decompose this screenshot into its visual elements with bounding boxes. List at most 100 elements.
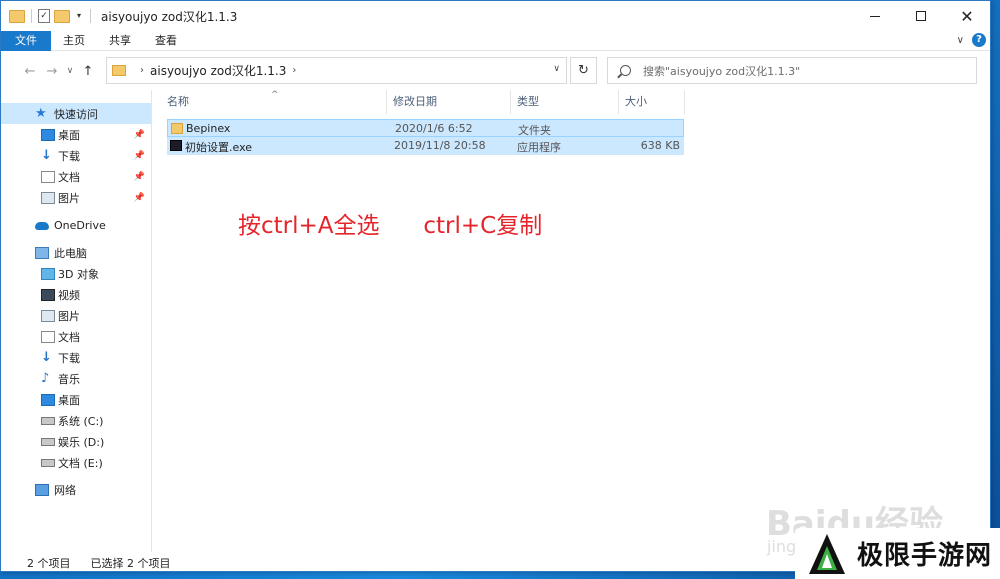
file-type: 文件夹	[518, 124, 551, 137]
nav-videos[interactable]: 视频	[1, 284, 151, 305]
close-button[interactable]: ✕	[944, 1, 990, 31]
cloud-icon	[35, 221, 49, 230]
divider	[31, 9, 32, 23]
nav-label: 音乐	[58, 372, 80, 386]
file-type: 应用程序	[517, 141, 561, 154]
download-icon: ↓	[41, 147, 52, 163]
nav-label: 桌面	[58, 393, 80, 407]
picture-icon	[41, 309, 55, 322]
site-name: 极限手游网	[857, 541, 993, 571]
file-explorer-window: ✓ ▾ aisyoujyo zod汉化1.1.3 ✕ 文件 主页 共享 查看 ∨…	[0, 0, 991, 572]
folder-icon	[171, 123, 183, 134]
tab-share[interactable]: 共享	[97, 31, 143, 51]
drive-icon	[41, 416, 55, 425]
computer-icon	[35, 246, 49, 259]
qat-dropdown-icon[interactable]: ▾	[74, 9, 84, 23]
nav-downloads[interactable]: ↓ 下载	[1, 347, 151, 368]
tab-home[interactable]: 主页	[51, 31, 97, 51]
maximize-button[interactable]	[898, 1, 944, 31]
tab-view[interactable]: 查看	[143, 31, 189, 51]
nav-label: 图片	[58, 191, 80, 205]
search-input[interactable]: 搜索"aisyoujyo zod汉化1.1.3"	[607, 57, 977, 84]
file-row[interactable]: 初始设置.exe 2019/11/8 20:58 应用程序 638 KB	[167, 137, 684, 155]
nav-3d-objects[interactable]: 3D 对象	[1, 263, 151, 284]
quick-access-toolbar: ✓ ▾	[1, 9, 93, 23]
nav-music[interactable]: ♪ 音乐	[1, 368, 151, 389]
forward-button[interactable]: →	[41, 64, 63, 79]
search-placeholder: 搜索"aisyoujyo zod汉化1.1.3"	[643, 64, 801, 78]
drive-icon	[41, 458, 55, 467]
nav-pictures[interactable]: 图片	[1, 305, 151, 326]
selected-count: 已选择 2 个项目	[90, 556, 171, 570]
instruction-annotation: 按ctrl+A全选 ctrl+C复制	[238, 213, 543, 239]
column-header-name[interactable]: 名称	[161, 90, 387, 114]
nav-label: 文档	[58, 330, 80, 344]
folder-icon	[9, 9, 25, 23]
pin-icon: 📌	[133, 192, 145, 203]
expand-ribbon-icon[interactable]: ∨	[957, 35, 964, 46]
file-list: ^ 名称 修改日期 类型 大小 Bepinex 2020/1/6 6:52 文件…	[153, 90, 990, 552]
drive-icon	[41, 437, 55, 446]
nav-label: 视频	[58, 288, 80, 302]
navigation-pane: ★ 快速访问 桌面 📌 ↓ 下载 📌 文档 📌 图片 📌 OneDrive 此电…	[1, 90, 152, 552]
nav-drive-c[interactable]: 系统 (C:)	[1, 410, 151, 431]
column-header-date[interactable]: 修改日期	[387, 90, 511, 114]
nav-documents[interactable]: 文档	[1, 326, 151, 347]
maximize-icon	[916, 11, 926, 21]
title-bar: ✓ ▾ aisyoujyo zod汉化1.1.3 ✕	[1, 1, 990, 31]
desktop-icon	[41, 128, 55, 141]
up-button[interactable]: ↑	[77, 64, 99, 79]
file-size: 638 KB	[640, 139, 680, 152]
search-icon	[620, 65, 631, 76]
nav-quick-access[interactable]: ★ 快速访问	[1, 103, 151, 124]
nav-documents-pinned[interactable]: 文档 📌	[1, 166, 151, 187]
nav-desktop-pinned[interactable]: 桌面 📌	[1, 124, 151, 145]
refresh-button[interactable]: ↻	[570, 57, 597, 84]
nav-label: 下载	[58, 351, 80, 365]
nav-drive-e[interactable]: 文档 (E:)	[1, 452, 151, 473]
nav-label: 文档 (E:)	[58, 456, 103, 470]
back-button[interactable]: ←	[19, 64, 41, 79]
star-icon: ★	[35, 105, 47, 121]
ribbon-right: ∨ ?	[957, 33, 986, 47]
ribbon-tabs: 文件 主页 共享 查看 ∨ ?	[1, 30, 990, 51]
help-icon[interactable]: ?	[972, 33, 986, 47]
window-title: aisyoujyo zod汉化1.1.3	[101, 9, 238, 24]
music-icon: ♪	[41, 370, 50, 386]
nav-downloads-pinned[interactable]: ↓ 下载 📌	[1, 145, 151, 166]
breadcrumb-separator[interactable]: ›	[140, 65, 144, 76]
new-folder-icon[interactable]	[54, 9, 70, 23]
nav-network[interactable]: 网络	[1, 479, 151, 500]
breadcrumb-current[interactable]: aisyoujyo zod汉化1.1.3	[150, 62, 286, 79]
desktop-icon	[41, 393, 55, 406]
document-icon	[41, 170, 55, 183]
nav-pictures-pinned[interactable]: 图片 📌	[1, 187, 151, 208]
nav-this-pc[interactable]: 此电脑	[1, 242, 151, 263]
nav-label: 系统 (C:)	[58, 414, 104, 428]
file-row[interactable]: Bepinex 2020/1/6 6:52 文件夹	[167, 119, 684, 137]
picture-icon	[41, 191, 55, 204]
pin-icon: 📌	[133, 150, 145, 161]
recent-locations-button[interactable]: ∨	[63, 66, 77, 76]
column-header-type[interactable]: 类型	[511, 90, 619, 114]
window-controls: ✕	[852, 1, 990, 31]
properties-icon[interactable]: ✓	[38, 9, 50, 23]
tab-file[interactable]: 文件	[1, 30, 51, 51]
nav-drive-d[interactable]: 娱乐 (D:)	[1, 431, 151, 452]
pin-icon: 📌	[133, 129, 145, 140]
nav-onedrive[interactable]: OneDrive	[1, 215, 151, 236]
column-header-size[interactable]: 大小	[619, 90, 685, 114]
network-icon	[35, 483, 49, 496]
logo-mark-icon	[809, 533, 845, 574]
nav-desktop[interactable]: 桌面	[1, 389, 151, 410]
nav-label: 3D 对象	[58, 267, 99, 281]
address-dropdown-icon[interactable]: ∨	[553, 64, 560, 74]
file-date: 2020/1/6 6:52	[395, 122, 473, 135]
nav-label: 下载	[58, 149, 80, 163]
breadcrumb-separator[interactable]: ›	[292, 65, 296, 76]
divider	[90, 9, 91, 23]
minimize-button[interactable]	[852, 1, 898, 31]
nav-label: OneDrive	[54, 219, 106, 232]
file-name: Bepinex	[186, 122, 231, 135]
address-bar[interactable]: › aisyoujyo zod汉化1.1.3 › ∨	[106, 57, 567, 84]
